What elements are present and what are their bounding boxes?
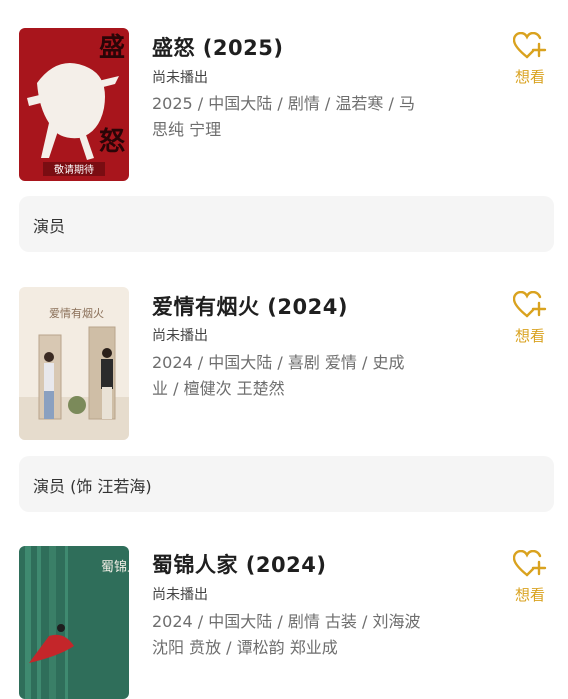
- movie-meta: 2025 / 中国大陆 / 剧情 / 温若寒 / 马 思纯 宁理: [152, 91, 472, 143]
- wish-label: 想看: [514, 586, 545, 604]
- movie-title[interactable]: 爱情有烟火 (2024): [152, 291, 348, 321]
- heart-plus-icon: [512, 549, 547, 577]
- wish-label: 想看: [514, 68, 545, 86]
- wish-button[interactable]: 想看: [508, 290, 552, 346]
- poster-image[interactable]: 盛 怒 敬请期待: [19, 28, 129, 181]
- poster-caption: 敬请期待: [54, 163, 94, 176]
- heart-plus-icon: [512, 31, 547, 59]
- heart-plus-icon: [512, 290, 547, 318]
- cast-label: 演员 (饰 汪若海): [33, 477, 152, 496]
- wish-button[interactable]: 想看: [508, 31, 552, 87]
- poster-image[interactable]: 蜀锦人家: [19, 546, 129, 699]
- movie-meta: 2024 / 中国大陆 / 剧情 古装 / 刘海波 沈阳 贲放 / 谭松韵 郑业…: [152, 609, 472, 661]
- movie-meta: 2024 / 中国大陆 / 喜剧 爱情 / 史成 业 / 檀健次 王楚然: [152, 350, 472, 402]
- cast-label: 演员: [33, 217, 66, 236]
- meta-line: 业 / 檀健次 王楚然: [152, 379, 285, 398]
- meta-line: 沈阳 贲放 / 谭松韵 郑业成: [152, 638, 338, 657]
- poster-title: 爱情有烟火: [49, 306, 104, 320]
- release-status: 尚未播出: [152, 70, 208, 86]
- meta-line: 2024 / 中国大陆 / 喜剧 爱情 / 史成: [152, 353, 405, 372]
- release-status: 尚未播出: [152, 328, 208, 344]
- meta-line: 思纯 宁理: [152, 120, 222, 139]
- poster-title-char-2: 怒: [99, 127, 125, 157]
- cast-bar[interactable]: 演员 (饰 汪若海): [19, 456, 554, 512]
- movie-title[interactable]: 蜀锦人家 (2024): [152, 549, 326, 579]
- movie-title[interactable]: 盛怒 (2025): [152, 32, 283, 62]
- wish-label: 想看: [514, 327, 545, 345]
- poster-title: 蜀锦人家: [101, 559, 129, 575]
- poster-title-char-1: 盛: [99, 32, 125, 63]
- poster-image[interactable]: 爱情有烟火: [19, 287, 129, 440]
- meta-line: 2024 / 中国大陆 / 剧情 古装 / 刘海波: [152, 612, 421, 631]
- release-status: 尚未播出: [152, 587, 208, 603]
- cast-bar[interactable]: 演员: [19, 196, 554, 252]
- wish-button[interactable]: 想看: [508, 549, 552, 605]
- meta-line: 2025 / 中国大陆 / 剧情 / 温若寒 / 马: [152, 94, 415, 113]
